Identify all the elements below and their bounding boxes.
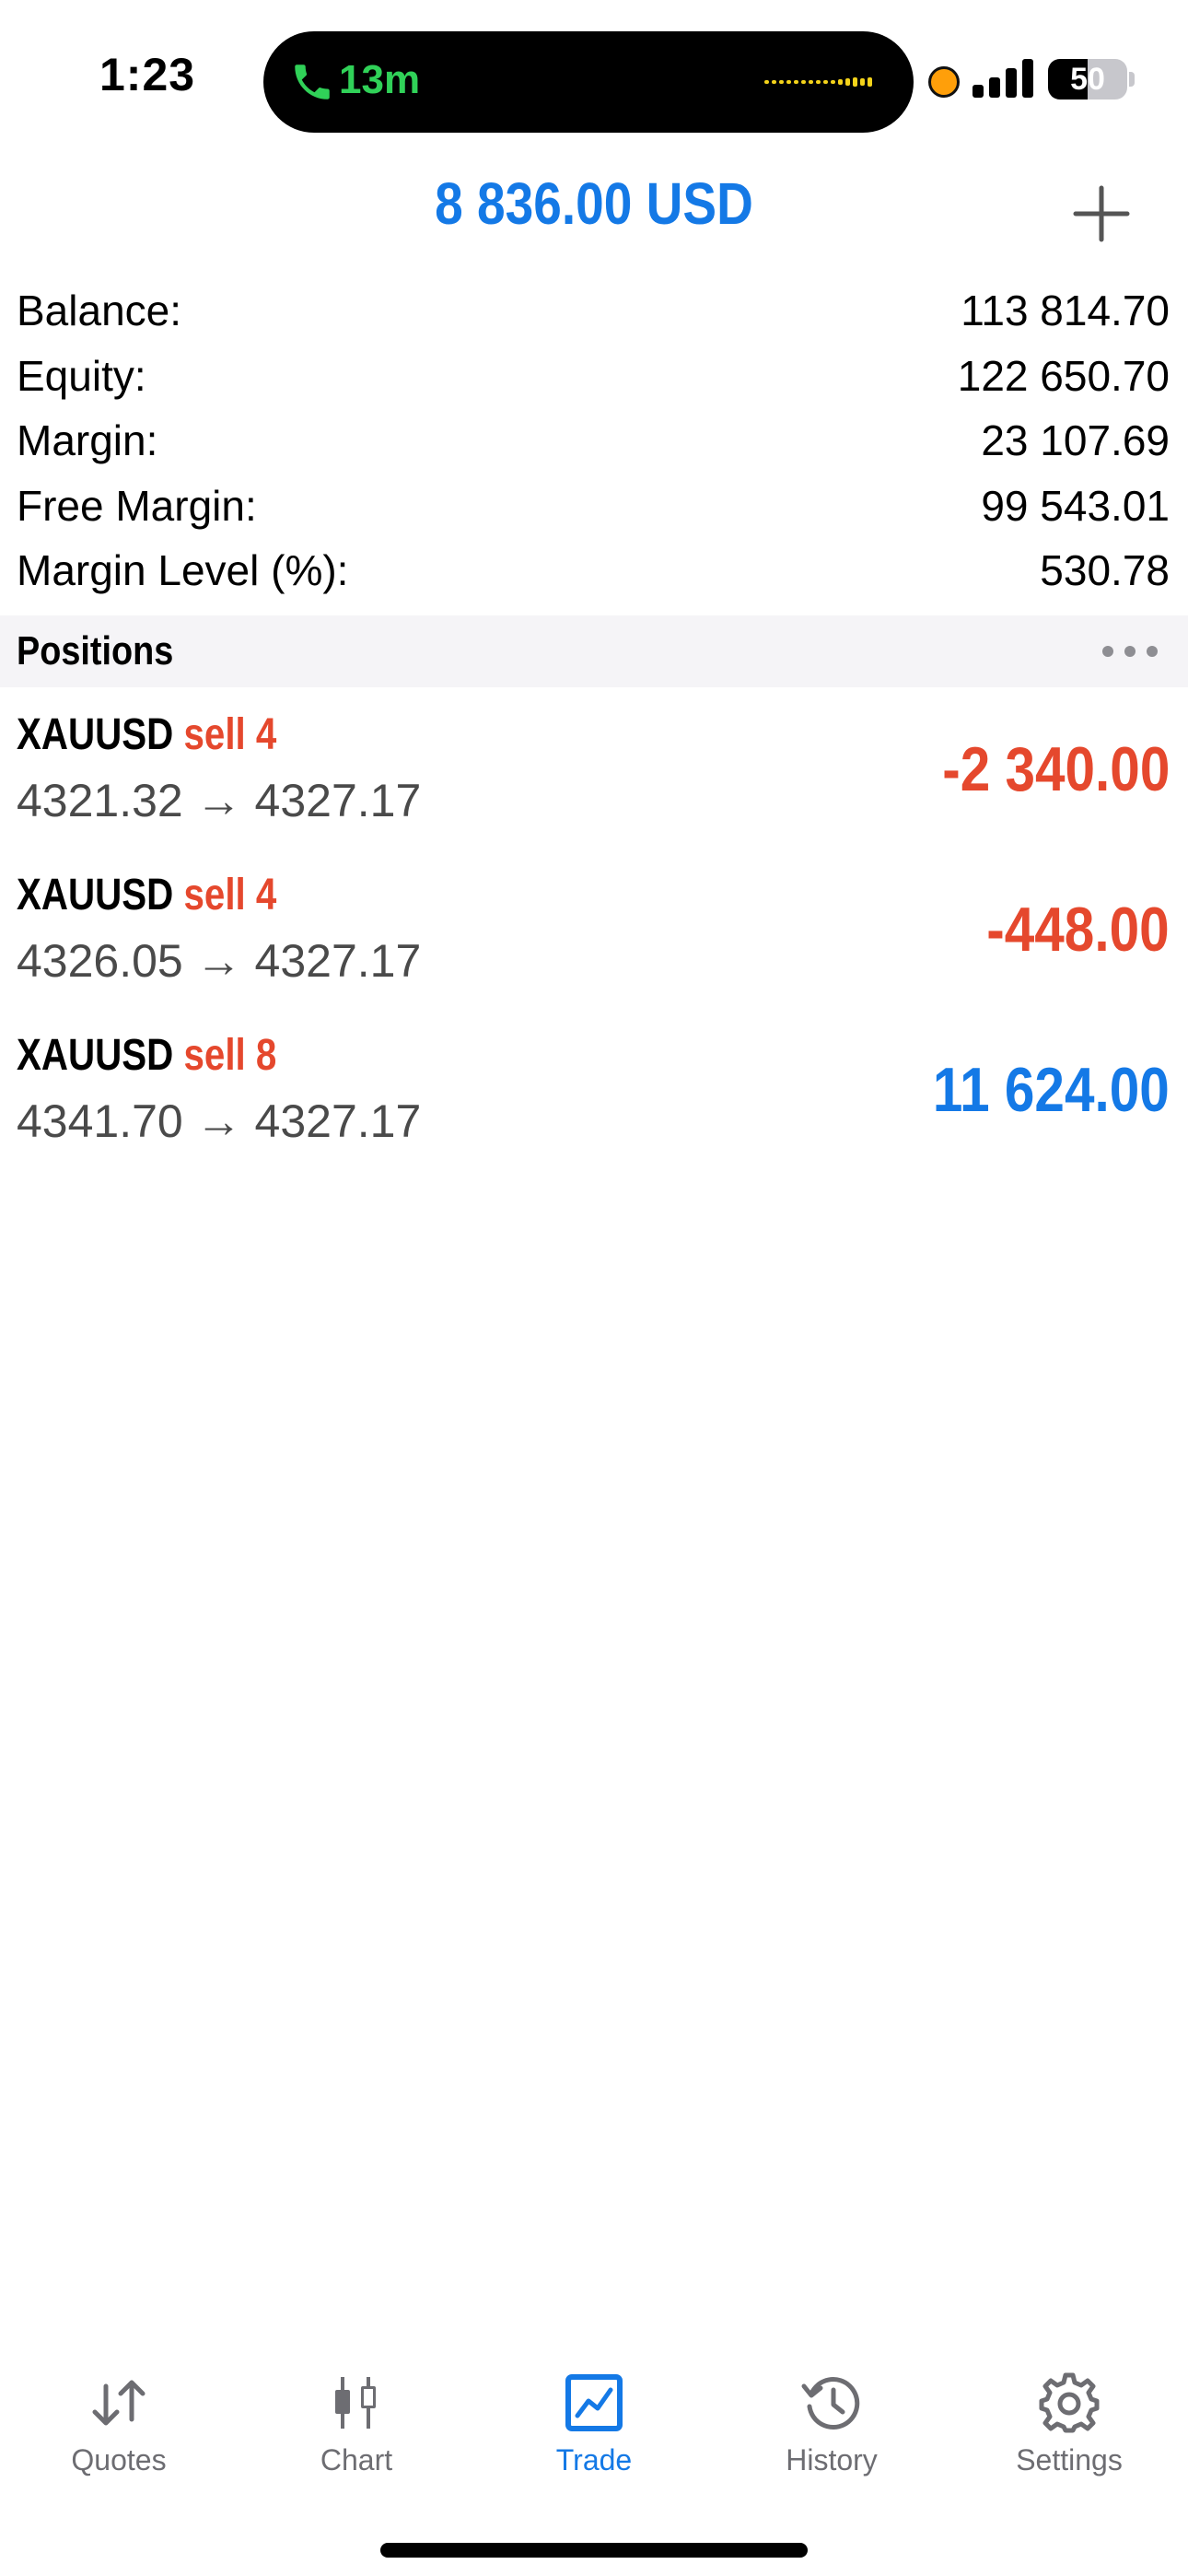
gear-icon [1039,2372,1100,2433]
position-symbol: XAUUSD [17,1031,174,1080]
position-prices: 4326.05 → 4327.17 [17,935,422,987]
position-side: sell 4 [183,710,277,759]
cellular-signal-icon [973,59,1033,98]
tab-trade[interactable]: Trade [475,2340,713,2488]
battery-icon: 50 [1048,59,1127,100]
candlestick-icon [335,2377,376,2429]
home-indicator[interactable] [380,2543,808,2558]
tab-label: Settings [1016,2443,1123,2476]
tab-history[interactable]: History [713,2340,950,2488]
summary-row-margin: Margin: 23 107.69 [0,412,1188,477]
call-duration: 13m [339,57,421,102]
battery-level: 50 [1070,62,1105,97]
summary-row-equity: Equity: 122 650.70 [0,347,1188,413]
summary-value: 113 814.70 [961,287,1170,334]
position-profit: 11 624.00 [933,1055,1170,1125]
summary-row-margin-level: Margin Level (%): 530.78 [0,542,1188,607]
trade-chart-icon [565,2374,623,2431]
ellipsis-icon[interactable] [1100,636,1160,667]
position-row[interactable]: XAUUSD sell 4 4321.32 → 4327.17 -2 340.0… [0,700,1188,861]
position-side: sell 8 [183,1031,277,1080]
positions-list: XAUUSD sell 4 4321.32 → 4327.17 -2 340.0… [0,700,1188,1181]
position-title: XAUUSD sell 8 [17,1030,276,1081]
status-time: 1:23 [99,49,196,100]
history-clock-icon [801,2377,860,2430]
tab-label: Chart [320,2443,393,2476]
position-row[interactable]: XAUUSD sell 4 4326.05 → 4327.17 -448.00 [0,861,1188,1021]
audio-waveform-icon [764,77,872,87]
summary-row-balance: Balance: 113 814.70 [0,282,1188,347]
tab-chart[interactable]: Chart [238,2340,475,2488]
dynamic-island[interactable]: 13m [263,31,914,133]
tab-settings[interactable]: Settings [950,2340,1188,2488]
position-profit: -448.00 [986,895,1170,965]
summary-label: Margin Level (%): [17,546,349,594]
tab-quotes[interactable]: Quotes [0,2340,238,2488]
plus-icon[interactable] [1068,181,1135,247]
position-prices: 4321.32 → 4327.17 [17,775,422,826]
summary-value: 122 650.70 [957,351,1170,400]
positions-title: Positions [17,628,174,673]
tab-label: History [786,2443,878,2476]
position-symbol: XAUUSD [17,710,174,759]
privacy-indicator-dot [928,66,960,98]
positions-section-header: Positions [0,615,1188,687]
summary-label: Free Margin: [17,481,257,530]
position-title: XAUUSD sell 4 [17,709,276,760]
summary-value: 23 107.69 [981,416,1170,464]
phone-icon [295,64,330,100]
tab-label: Quotes [71,2443,167,2476]
position-side: sell 4 [183,871,277,919]
total-profit: 8 836.00 USD [435,170,753,237]
summary-value: 99 543.01 [981,481,1170,530]
tab-bar: Quotes Chart Trade History Settings [0,2340,1188,2524]
summary-label: Equity: [17,351,146,400]
status-bar: 1:23 13m 50 [0,0,1188,147]
summary-row-free-margin: Free Margin: 99 543.01 [0,477,1188,543]
position-prices: 4341.70 → 4327.17 [17,1095,422,1147]
quotes-arrows-icon [92,2380,146,2426]
summary-label: Balance: [17,287,182,334]
position-symbol: XAUUSD [17,871,174,919]
position-row[interactable]: XAUUSD sell 8 4341.70 → 4327.17 11 624.0… [0,1021,1188,1181]
battery-cap [1129,72,1135,87]
position-title: XAUUSD sell 4 [17,870,276,920]
account-summary: Balance: 113 814.70 Equity: 122 650.70 M… [0,282,1188,607]
summary-label: Margin: [17,416,158,464]
tab-label: Trade [555,2443,633,2476]
summary-value: 530.78 [1040,546,1170,594]
position-profit: -2 340.00 [941,734,1170,804]
